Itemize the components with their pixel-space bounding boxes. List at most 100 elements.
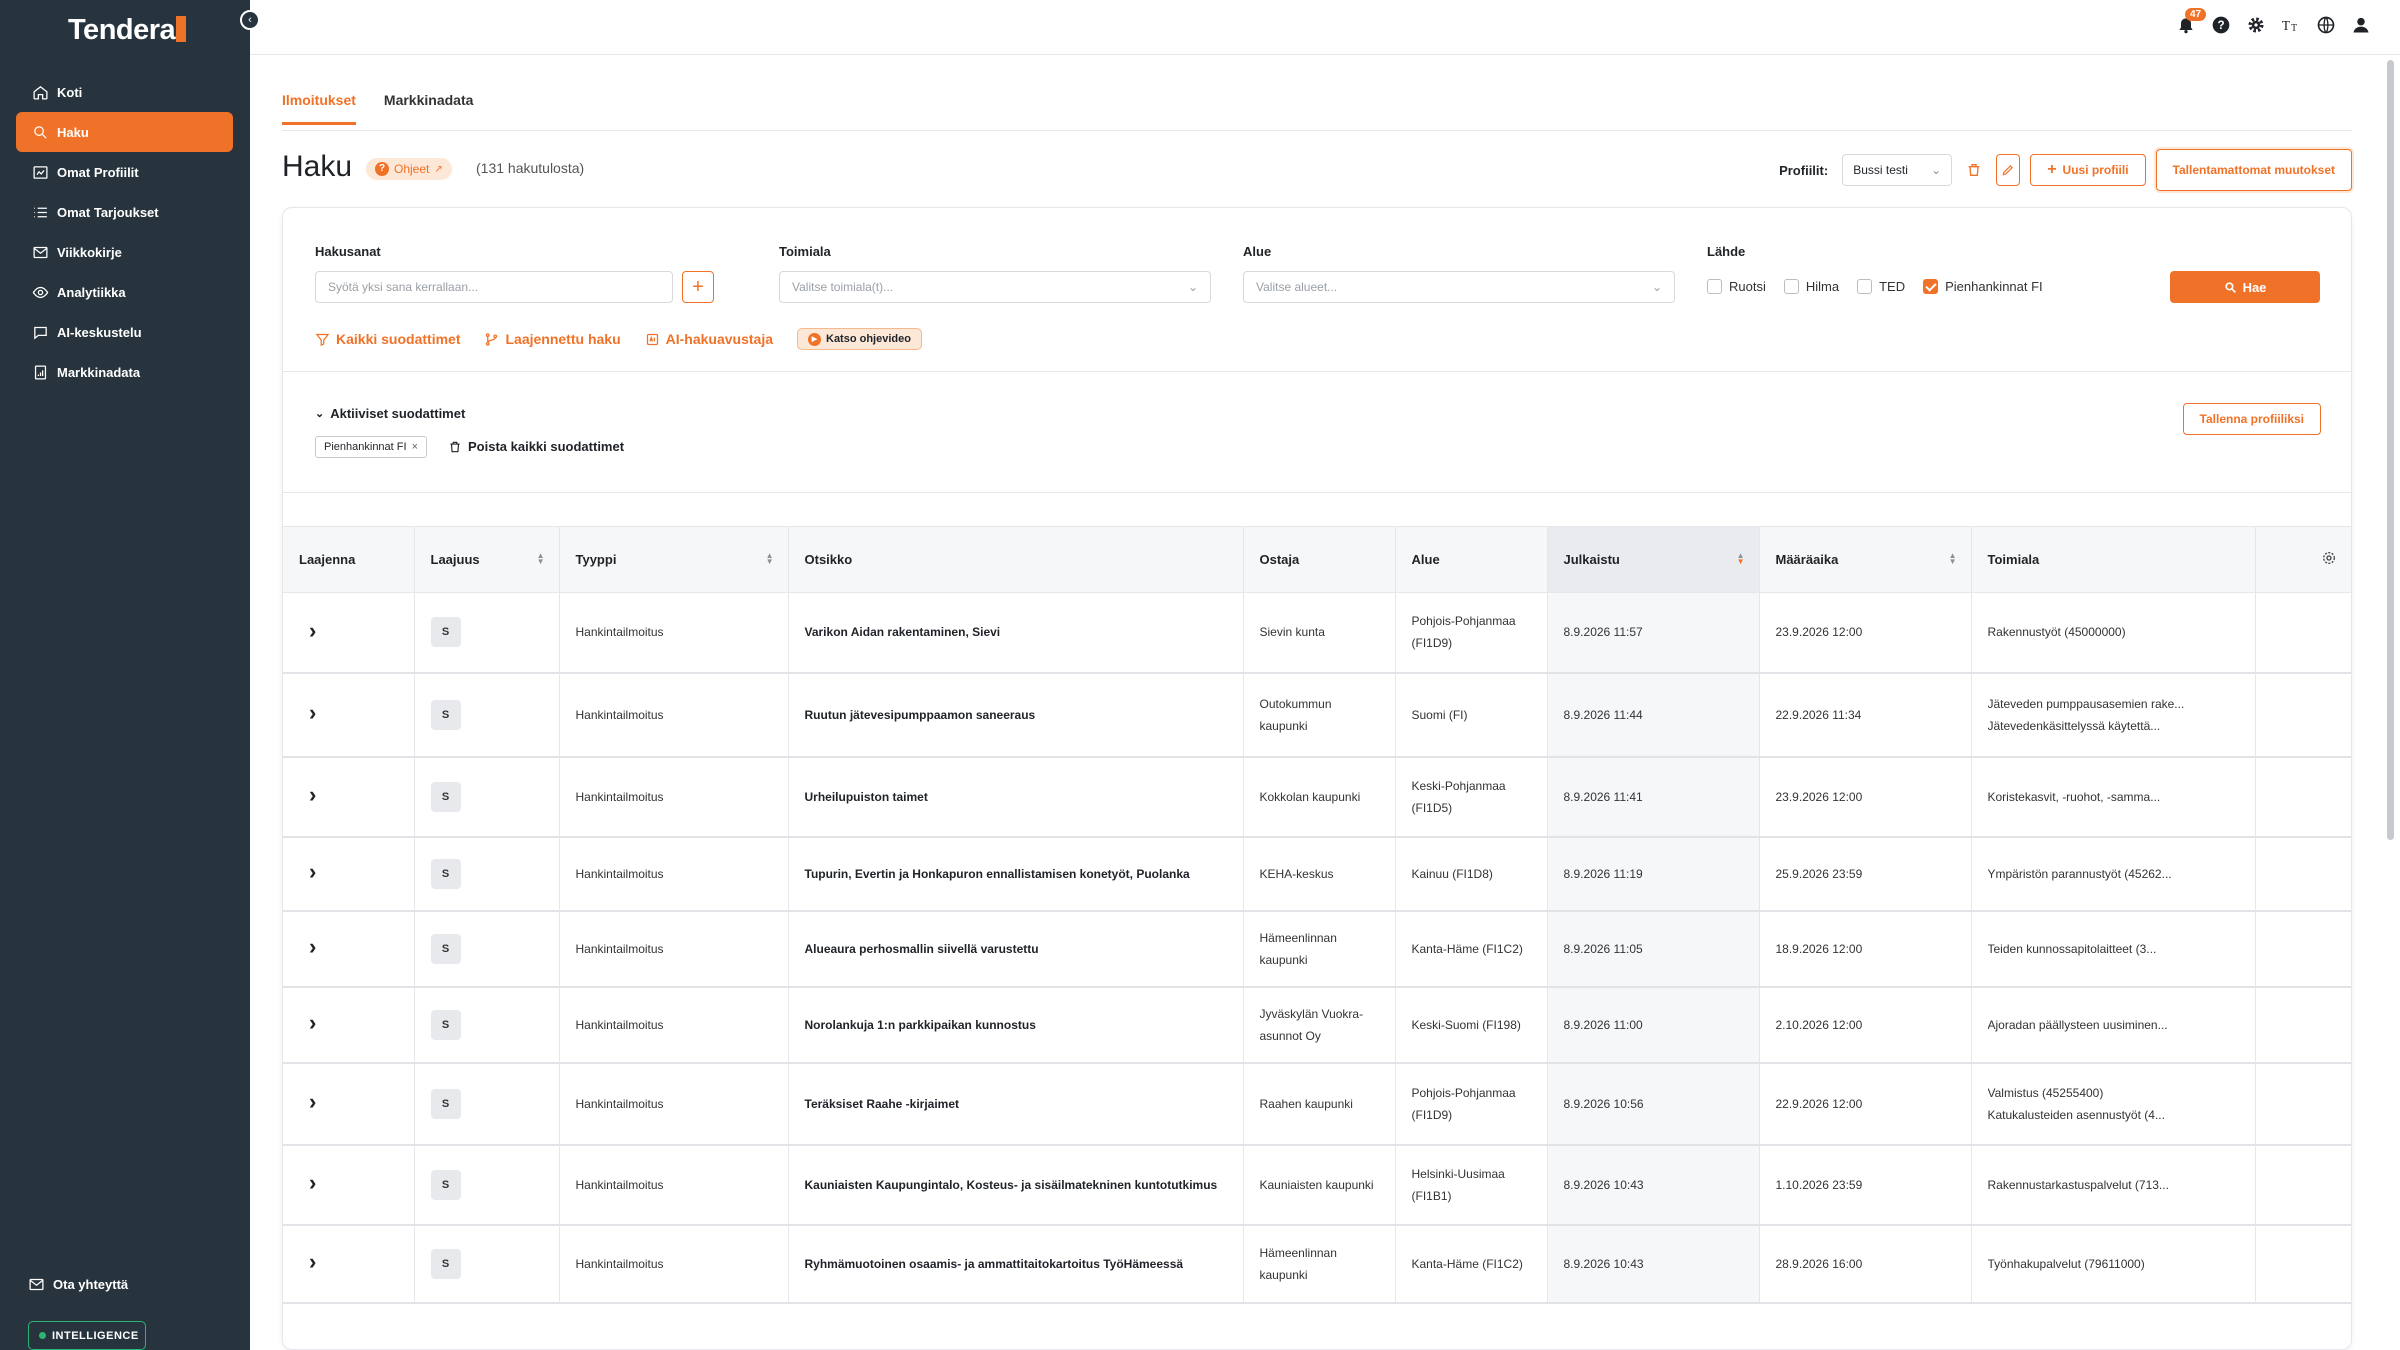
title-cell[interactable]: Kauniaisten Kaupungintalo, Kosteus- ja s… xyxy=(788,1144,1244,1226)
region-select[interactable]: Valitse alueet... ⌄ xyxy=(1243,271,1675,303)
sidebar-item-viikkokirje[interactable]: Viikkokirje xyxy=(16,232,233,272)
chevron-right-icon[interactable]: › xyxy=(299,1010,316,1035)
chevron-right-icon[interactable]: › xyxy=(299,700,316,725)
page-scrollbar[interactable] xyxy=(2387,60,2394,840)
title-cell[interactable]: Varikon Aidan rakentaminen, Sievi xyxy=(788,592,1244,674)
unsaved-changes-button[interactable]: Tallentamattomat muutokset xyxy=(2155,149,2352,191)
table-row[interactable]: › S Hankintailmoitus Alueaura perhosmallin … xyxy=(283,910,2351,988)
clear-all-filters-button[interactable]: Poista kaikki suodattimet xyxy=(448,439,624,454)
watch-video-button[interactable]: ▶ Katso ohjevideo xyxy=(797,328,922,350)
sidebar-item-label: Haku xyxy=(57,124,89,140)
sidebar-item-koti[interactable]: Koti xyxy=(16,72,233,112)
chevron-right-icon[interactable]: › xyxy=(299,1249,316,1274)
new-profile-button[interactable]: + Uusi profiili xyxy=(2030,154,2146,186)
chevron-right-icon[interactable]: › xyxy=(299,1089,316,1114)
checkbox[interactable] xyxy=(1707,279,1722,294)
notifications-button[interactable]: 47 xyxy=(2175,8,2207,36)
region-cell: Helsinki-Uusimaa (FI1B1) xyxy=(1395,1144,1548,1226)
edit-profile-button[interactable] xyxy=(1996,154,2021,186)
sidebar-item-haku[interactable]: Haku xyxy=(16,112,233,152)
tab-ilmoitukset[interactable]: Ilmoitukset xyxy=(282,92,356,125)
profile-select[interactable]: Bussi testi ⌄ xyxy=(1842,154,1953,186)
scope-badge: S xyxy=(430,1088,461,1119)
sort-icon[interactable]: ▲ ▼ xyxy=(766,552,774,566)
text-size-button[interactable]: TT xyxy=(2280,14,2302,36)
chevron-right-icon[interactable]: › xyxy=(299,782,316,807)
col-scope[interactable]: Laajuus ▲ ▼ xyxy=(414,526,560,593)
expand-cell: › xyxy=(283,1144,415,1226)
delete-profile-button[interactable] xyxy=(1962,154,1986,186)
title-cell[interactable]: Urheilupuiston taimet xyxy=(788,756,1244,838)
table-row[interactable]: › S Hankintailmoitus Kauniaisten Kaupungint… xyxy=(283,1144,2351,1226)
gear-icon[interactable] xyxy=(2321,550,2337,566)
sort-icon[interactable]: ▲ ▼ xyxy=(1949,552,1957,566)
mail-icon xyxy=(33,246,48,258)
col-settings[interactable] xyxy=(2255,526,2351,593)
col-deadline[interactable]: Määräaika ▲ ▼ xyxy=(1759,526,1972,593)
search-button[interactable]: Hae xyxy=(2170,271,2320,303)
table-row[interactable]: › S Hankintailmoitus Urheilupuiston taimet K… xyxy=(283,756,2351,838)
title-cell[interactable]: Norolankuja 1:n parkkipaikan kunnostus xyxy=(788,986,1244,1064)
sidebar-item-ai-keskustelu[interactable]: AI-keskustelu xyxy=(16,312,233,352)
industry-cell: Valmistus (45255400) Katukalusteiden asen… xyxy=(1971,1062,2256,1146)
ai-assistant-link[interactable]: AI-hakuavustaja xyxy=(645,331,773,347)
sidebar-item-markkinadata[interactable]: Markkinadata xyxy=(16,352,233,392)
source-pienhankinnat[interactable]: Pienhankinnat FI xyxy=(1923,279,2043,294)
all-filters-link[interactable]: Kaikki suodattimet xyxy=(315,331,460,347)
sidebar-item-analytiikka[interactable]: Analytiikka xyxy=(16,272,233,312)
language-button[interactable] xyxy=(2315,14,2337,36)
title-cell[interactable]: Alueaura perhosmallin siivellä varustett… xyxy=(788,910,1244,988)
table-row[interactable]: › S Hankintailmoitus Teräksiset Raahe -kirj… xyxy=(283,1062,2351,1146)
source-ted[interactable]: TED xyxy=(1857,279,1905,294)
logo[interactable]: Tendera xyxy=(68,14,187,47)
sidebar-item-omat-profiilit[interactable]: Omat Profiilit xyxy=(16,152,233,192)
keywords-input[interactable]: Syötä yksi sana kerrallaan... xyxy=(315,271,673,303)
close-icon[interactable]: × xyxy=(412,441,418,453)
checkbox[interactable] xyxy=(1783,279,1799,294)
intelligence-badge[interactable]: INTELLIGENCE xyxy=(28,1321,146,1350)
sort-icon[interactable]: ▲ ▼ xyxy=(537,552,545,566)
chevron-right-icon[interactable]: › xyxy=(299,1170,316,1195)
save-as-profile-button[interactable]: Tallenna profiiliksi xyxy=(2182,403,2321,435)
buyer-cell: Kokkolan kaupunki xyxy=(1243,756,1396,838)
industry-value: Työnhakupalvelut (79611000) xyxy=(1987,1256,2145,1271)
advanced-search-link[interactable]: Laajennettu haku xyxy=(484,331,621,347)
industry-select[interactable]: Valitse toimiala(t)... ⌄ xyxy=(779,271,1211,303)
checkbox-checked[interactable] xyxy=(1923,279,1939,294)
active-filters-toggle[interactable]: ⌄ Aktiiviset suodattimet xyxy=(315,406,465,421)
settings-button[interactable] xyxy=(2245,14,2267,36)
checkbox[interactable] xyxy=(1857,279,1873,294)
row-action-cell xyxy=(2255,910,2351,988)
chevron-right-icon[interactable]: › xyxy=(299,618,316,643)
source-ruotsi[interactable]: Ruotsi xyxy=(1707,279,1766,294)
source-hilma[interactable]: Hilma xyxy=(1783,279,1839,294)
title-cell[interactable]: Ruutun jätevesipumppaamon saneeraus xyxy=(788,672,1244,758)
sidebar-item-omat-tarjoukset[interactable]: Omat Tarjoukset xyxy=(16,192,233,232)
table-row[interactable]: › S Hankintailmoitus Varikon Aidan rakentam… xyxy=(283,592,2351,674)
col-type[interactable]: Tyyppi ▲ ▼ xyxy=(559,526,789,593)
deadline-cell: 28.9.2026 16:00 xyxy=(1759,1224,1972,1304)
add-keyword-button[interactable]: + xyxy=(682,271,714,303)
scope-cell: S xyxy=(414,1144,560,1226)
title-cell[interactable]: Teräksiset Raahe -kirjaimet xyxy=(788,1062,1244,1146)
collapse-sidebar-button[interactable]: ‹ xyxy=(240,10,260,30)
table-row[interactable]: › S Hankintailmoitus Norolankuja 1:n parkki… xyxy=(283,986,2351,1064)
col-published[interactable]: Julkaistu ▲ ▼ xyxy=(1547,526,1760,593)
scope-badge: S xyxy=(430,617,461,648)
sort-icon[interactable]: ▲ ▼ xyxy=(1737,552,1745,566)
chevron-right-icon[interactable]: › xyxy=(299,859,316,884)
account-button[interactable] xyxy=(2350,14,2372,36)
tab-markkinadata[interactable]: Markkinadata xyxy=(384,92,473,125)
table-row[interactable]: › S Hankintailmoitus Ruutun jätevesipumppaa… xyxy=(283,672,2351,758)
help-link[interactable]: ? Ohjeet ↗ xyxy=(366,158,452,180)
active-filter-chip[interactable]: Pienhankinnat FI × xyxy=(315,436,427,458)
keywords-placeholder: Syötä yksi sana kerrallaan... xyxy=(328,280,479,294)
chevron-right-icon[interactable]: › xyxy=(299,934,316,959)
page-title: Haku xyxy=(282,150,353,183)
title-cell[interactable]: Ryhmämuotoinen osaamis- ja ammattitaitok… xyxy=(788,1224,1244,1304)
help-button[interactable]: ? xyxy=(2210,14,2232,36)
contact-link[interactable]: Ota yhteyttä xyxy=(28,1276,128,1293)
table-row[interactable]: › S Hankintailmoitus Tupurin, Evertin ja Ho… xyxy=(283,836,2351,912)
title-cell[interactable]: Tupurin, Evertin ja Honkapuron ennallist… xyxy=(788,836,1244,912)
table-row[interactable]: › S Hankintailmoitus Ryhmämuotoinen osaamis… xyxy=(283,1224,2351,1304)
